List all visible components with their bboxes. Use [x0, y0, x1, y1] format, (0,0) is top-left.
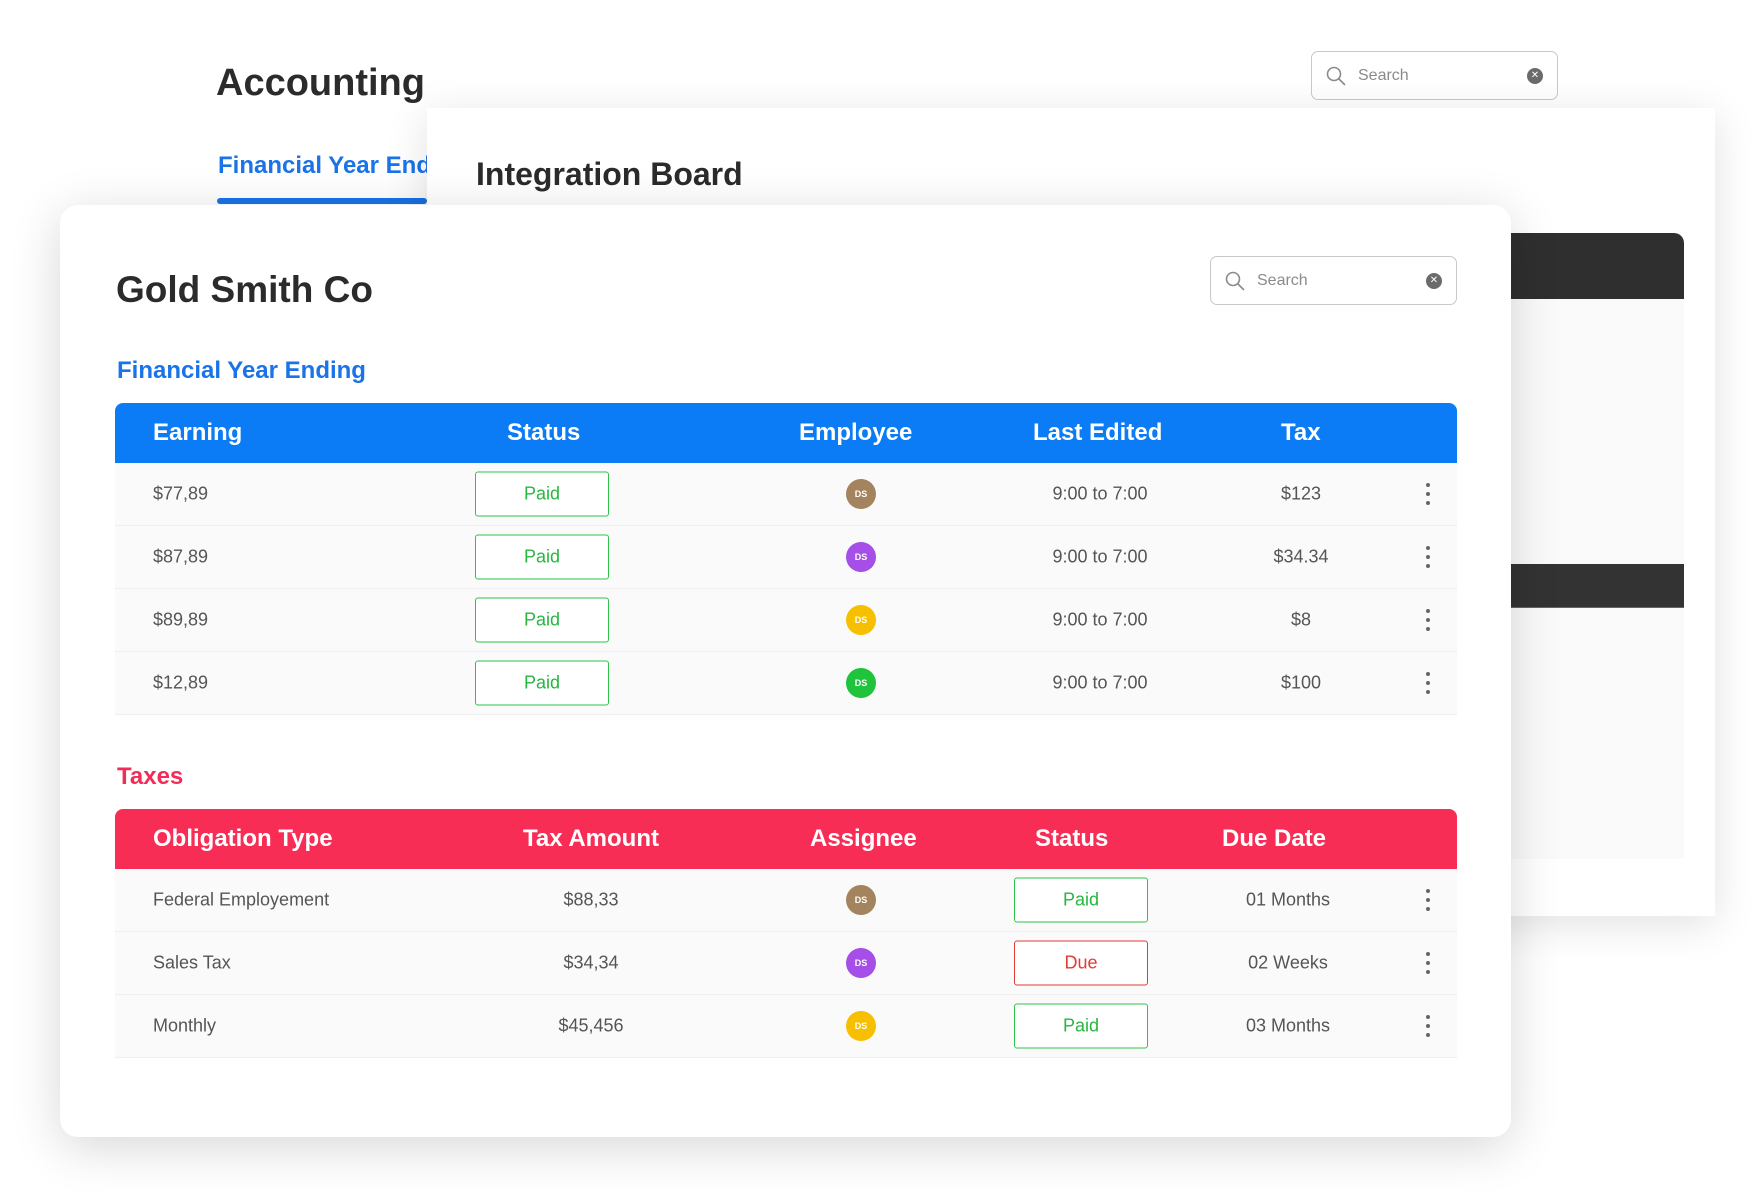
financial-table-header: Earning Status Employee Last Edited Tax — [115, 403, 1457, 463]
header-status: Status — [1035, 825, 1109, 852]
table-row: Monthly $45,456 DS Paid 03 Months — [115, 995, 1457, 1058]
earning-value: $77,89 — [153, 483, 209, 504]
avatar: DS — [846, 1011, 876, 1041]
tax-amount-value: $34,34 — [563, 952, 619, 973]
clear-icon[interactable]: ✕ — [1527, 67, 1543, 84]
tax-amount-value: $45,456 — [558, 1015, 624, 1036]
table-row: $77,89 Paid DS 9:00 to 7:00 $123 — [115, 463, 1457, 526]
search-input[interactable]: Search ✕ — [1210, 256, 1457, 305]
table-row: $89,89 Paid DS 9:00 to 7:00 $8 — [115, 589, 1457, 652]
table-row: $12,89 Paid DS 9:00 to 7:00 $100 — [115, 652, 1457, 715]
avatar: DS — [846, 948, 876, 978]
header-status: Status — [507, 419, 581, 446]
obligation-type-value: Federal Employement — [153, 889, 330, 910]
status-badge: Paid — [1014, 877, 1148, 923]
header-earning: Earning — [153, 419, 243, 446]
due-date-value: 03 Months — [1245, 1015, 1331, 1036]
status-badge: Paid — [475, 597, 609, 643]
page-title: Gold Smith Co — [116, 269, 373, 310]
last-edited-value: 9:00 to 7:00 — [1052, 609, 1148, 630]
more-options-icon[interactable] — [1423, 483, 1433, 505]
status-badge: Due — [1014, 940, 1148, 986]
search-icon — [1225, 271, 1245, 290]
table-row: Sales Tax $34,34 DS Due 02 Weeks — [115, 932, 1457, 995]
financial-table: Earning Status Employee Last Edited Tax … — [115, 403, 1457, 715]
search-icon — [1326, 66, 1346, 85]
tax-value: $34.34 — [1273, 546, 1329, 567]
status-badge: Paid — [1014, 1003, 1148, 1049]
header-due-date: Due Date — [1222, 825, 1327, 852]
status-badge: Paid — [475, 471, 609, 517]
table-row: Federal Employement $88,33 DS Paid 01 Months — [115, 869, 1457, 932]
last-edited-value: 9:00 to 7:00 — [1052, 483, 1148, 504]
more-options-icon[interactable] — [1423, 952, 1433, 974]
more-options-icon[interactable] — [1423, 889, 1433, 911]
earning-value: $89,89 — [153, 609, 209, 630]
taxes-table: Obligation Type Tax Amount Assignee Stat… — [115, 809, 1457, 1058]
avatar: DS — [846, 479, 876, 509]
search-placeholder: Search — [1257, 271, 1308, 289]
tax-value: $100 — [1280, 672, 1322, 693]
due-date-value: 01 Months — [1245, 889, 1331, 910]
more-options-icon[interactable] — [1423, 546, 1433, 568]
header-last-edited: Last Edited — [1033, 419, 1163, 446]
more-options-icon[interactable] — [1423, 1015, 1433, 1037]
avatar: DS — [846, 668, 876, 698]
tab-financial-year-ending[interactable]: Financial Year Endi — [218, 152, 438, 180]
table-row: $87,89 Paid DS 9:00 to 7:00 $34.34 — [115, 526, 1457, 589]
last-edited-value: 9:00 to 7:00 — [1052, 672, 1148, 693]
earning-value: $12,89 — [153, 672, 209, 693]
financial-year-ending-heading: Financial Year Ending — [117, 357, 366, 384]
obligation-type-value: Sales Tax — [153, 952, 231, 973]
obligation-type-value: Monthly — [153, 1015, 217, 1036]
earning-value: $87,89 — [153, 546, 209, 567]
due-date-value: 02 Weeks — [1248, 952, 1328, 973]
accounting-title: Accounting — [216, 62, 425, 104]
header-tax-amount: Tax Amount — [523, 825, 659, 852]
search-placeholder: Search — [1358, 66, 1409, 84]
avatar: DS — [846, 542, 876, 572]
gold-smith-card: Gold Smith Co Search ✕ Financial Year En… — [60, 205, 1511, 1137]
tax-amount-value: $88,33 — [563, 889, 619, 910]
header-obligation-type: Obligation Type — [153, 825, 333, 852]
avatar: DS — [846, 605, 876, 635]
header-tax: Tax — [1281, 419, 1321, 446]
last-edited-value: 9:00 to 7:00 — [1052, 546, 1148, 567]
taxes-table-header: Obligation Type Tax Amount Assignee Stat… — [115, 809, 1457, 869]
taxes-heading: Taxes — [117, 763, 184, 790]
avatar: DS — [846, 885, 876, 915]
background-search-input[interactable]: Search ✕ — [1311, 51, 1558, 100]
status-badge: Paid — [475, 534, 609, 580]
header-employee: Employee — [799, 419, 913, 446]
header-assignee: Assignee — [810, 825, 917, 852]
integration-board-title: Integration Board — [476, 156, 743, 192]
more-options-icon[interactable] — [1423, 672, 1433, 694]
more-options-icon[interactable] — [1423, 609, 1433, 631]
tax-value: $8 — [1290, 609, 1312, 630]
tab-active-indicator — [217, 198, 427, 204]
tax-value: $123 — [1280, 483, 1322, 504]
status-badge: Paid — [475, 660, 609, 706]
clear-icon[interactable]: ✕ — [1426, 272, 1442, 289]
